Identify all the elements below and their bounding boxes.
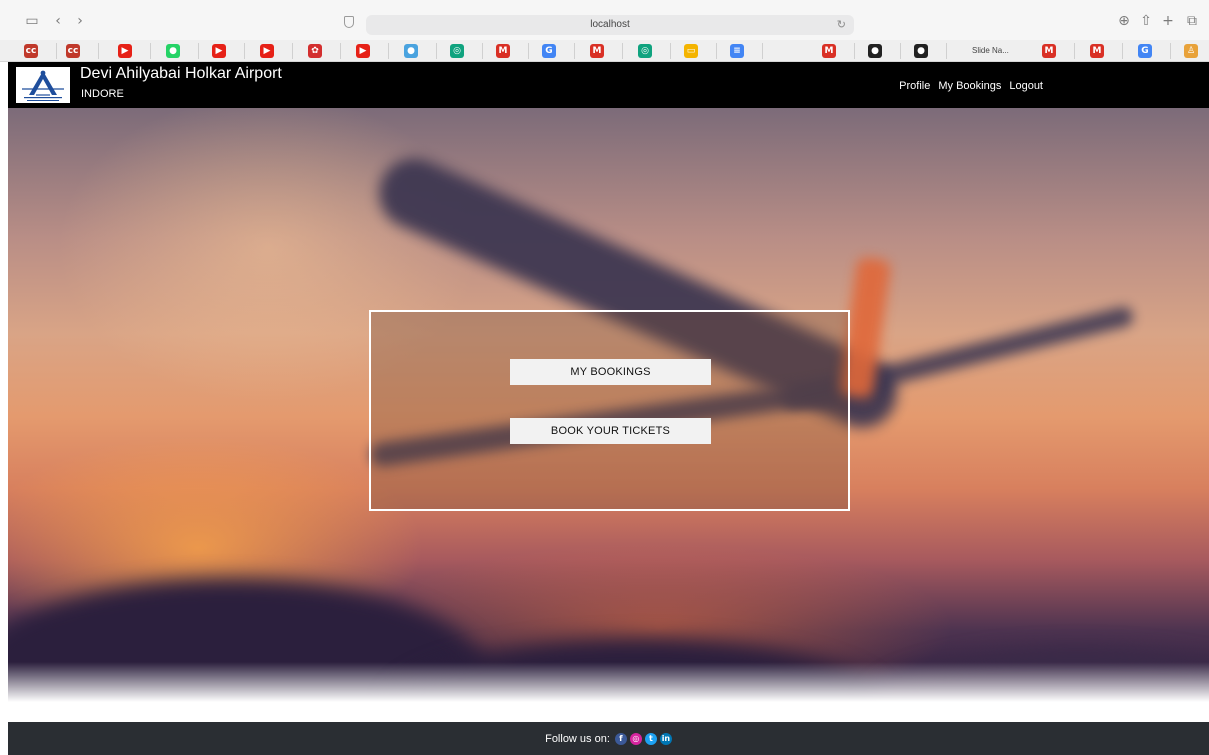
privacy-shield-icon[interactable] (344, 16, 354, 28)
site-title: Devi Ahilyabai Holkar Airport (80, 65, 282, 82)
bookmark-separator (482, 43, 483, 59)
bookmark-separator (946, 43, 947, 59)
site-subtitle: INDORE (81, 88, 124, 100)
bookmark-separator (622, 43, 623, 59)
bookmark-separator (436, 43, 437, 59)
nav-profile-link[interactable]: Profile (899, 80, 930, 92)
follow-label: Follow us on: (545, 732, 610, 745)
bookmark-label[interactable]: Slide Na... (972, 46, 1009, 55)
youtube-icon[interactable]: ▶ (118, 44, 132, 58)
bookmark-separator (198, 43, 199, 59)
gmail-icon[interactable]: M (590, 44, 604, 58)
chrome-icon[interactable]: ● (404, 44, 418, 58)
bookmark-separator (56, 43, 57, 59)
twitter-icon[interactable]: t (644, 732, 657, 745)
bookmark-separator (98, 43, 99, 59)
aai-logo-icon (22, 70, 64, 101)
person-icon[interactable]: ♙ (1184, 44, 1198, 58)
bookmark-separator (150, 43, 151, 59)
book-tickets-button[interactable]: BOOK YOUR TICKETS (510, 418, 711, 444)
nav-logout-link[interactable]: Logout (1009, 80, 1043, 92)
back-icon[interactable]: ‹ (50, 13, 66, 29)
bookmark-separator (670, 43, 671, 59)
tab-overview-icon[interactable]: ⧉ (1184, 13, 1200, 29)
whatsapp-icon[interactable]: ● (166, 44, 180, 58)
bookmark-separator (388, 43, 389, 59)
forward-icon[interactable]: › (72, 13, 88, 29)
google-icon[interactable]: G (542, 44, 556, 58)
bookmark-separator (340, 43, 341, 59)
bookmark-separator (528, 43, 529, 59)
chatgpt-icon[interactable]: ◎ (638, 44, 652, 58)
github-icon[interactable]: ● (868, 44, 882, 58)
bookmark-separator (900, 43, 901, 59)
slides-icon[interactable]: ▭ (684, 44, 698, 58)
my-bookings-button[interactable]: MY BOOKINGS (510, 359, 711, 385)
share-icon[interactable]: ⇧ (1138, 13, 1154, 29)
chatgpt-icon[interactable]: ◎ (450, 44, 464, 58)
bookmark-separator (574, 43, 575, 59)
github-icon[interactable]: ● (914, 44, 928, 58)
web-page: Devi Ahilyabai Holkar Airport INDORE Pro… (8, 62, 1209, 755)
gmail-icon[interactable]: M (822, 44, 836, 58)
hero-background: MY BOOKINGS BOOK YOUR TICKETS (8, 108, 1209, 702)
bookmark-separator (854, 43, 855, 59)
address-bar[interactable]: localhost ↻ (366, 15, 854, 35)
bookmark-separator (762, 43, 763, 59)
social-links: Follow us on: f ◎ t in (8, 722, 1209, 755)
bookmark-separator (1074, 43, 1075, 59)
airport-logo[interactable] (16, 67, 70, 103)
bookmark-separator (1122, 43, 1123, 59)
gear-icon[interactable]: ✿ (308, 44, 322, 58)
site-navbar: Devi Ahilyabai Holkar Airport INDORE Pro… (8, 62, 1209, 108)
new-tab-icon[interactable]: + (1160, 13, 1176, 29)
bookmark-separator (292, 43, 293, 59)
sidebar-toggle-icon[interactable]: ▭ (24, 13, 40, 29)
youtube-icon[interactable]: ▶ (260, 44, 274, 58)
google-icon[interactable]: G (1138, 44, 1152, 58)
browser-toolbar: ▭ ‹ › localhost ↻ ⊕ ⇧ + ⧉ (0, 0, 1209, 40)
action-panel: MY BOOKINGS BOOK YOUR TICKETS (369, 310, 850, 511)
gmail-icon[interactable]: M (496, 44, 510, 58)
bookmark-separator (1170, 43, 1171, 59)
url-text: localhost (590, 19, 630, 30)
site-footer: Follow us on: f ◎ t in (8, 722, 1209, 755)
bookmark-separator (244, 43, 245, 59)
docs-icon[interactable]: ≡ (730, 44, 744, 58)
bookmark-separator (716, 43, 717, 59)
cc-icon[interactable]: cc (66, 44, 80, 58)
facebook-icon[interactable]: f (614, 732, 627, 745)
download-icon[interactable]: ⊕ (1116, 13, 1132, 29)
instagram-icon[interactable]: ◎ (629, 732, 642, 745)
gmail-icon[interactable]: M (1090, 44, 1104, 58)
nav-my-bookings-link[interactable]: My Bookings (938, 80, 1001, 92)
bookmarks-bar: cc cc ▶ ● ▶ ▶ ✿ ▶ ● ◎ M G M ◎ ▭ ≡ M ● ● M M G ♙ Slide Na... (0, 40, 1209, 62)
main-nav: Profile My Bookings Logout (899, 80, 1043, 92)
hero-fade (8, 662, 1209, 702)
linkedin-icon[interactable]: in (659, 732, 672, 745)
cc-icon[interactable]: cc (24, 44, 38, 58)
youtube-icon[interactable]: ▶ (212, 44, 226, 58)
youtube-icon[interactable]: ▶ (356, 44, 370, 58)
gmail-icon[interactable]: M (1042, 44, 1056, 58)
reload-icon[interactable]: ↻ (837, 15, 846, 35)
